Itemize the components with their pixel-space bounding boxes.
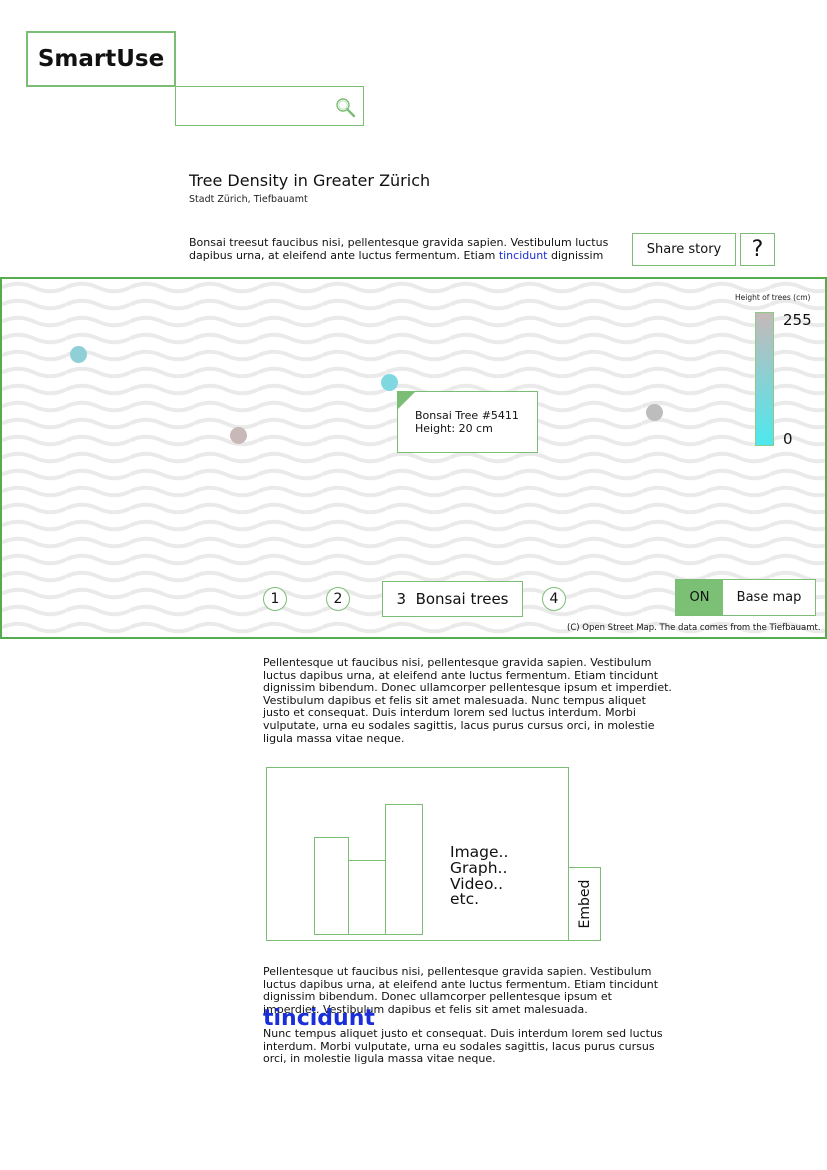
app-logo[interactable]: SmartUse — [26, 31, 176, 87]
page-button-3-active[interactable]: 3 Bonsai trees — [382, 581, 523, 617]
intro-text-end: dignissim — [547, 249, 604, 262]
chart-bar — [314, 837, 349, 935]
page-button-4[interactable]: 4 — [542, 587, 566, 611]
help-button[interactable]: ? — [740, 233, 775, 266]
chart-bar — [348, 860, 386, 935]
intro-link[interactable]: tincidunt — [499, 249, 548, 262]
body-paragraph-1: Pellentesque ut faucibus nisi, pellentes… — [263, 656, 672, 745]
tree-tooltip: Bonsai Tree #5411 Height: 20 cm — [397, 391, 538, 453]
media-placeholder-text: Image.. Graph.. Video.. etc. — [450, 844, 508, 909]
legend-color-scale — [755, 312, 774, 446]
tooltip-corner-marker — [398, 392, 415, 409]
chart-bar — [385, 804, 423, 935]
media-line: etc. — [450, 890, 480, 909]
legend-max-value: 255 — [783, 311, 812, 329]
search-icon[interactable] — [334, 96, 356, 118]
toggle-label: Base map — [736, 590, 802, 605]
search-input[interactable] — [180, 91, 334, 123]
tree-point[interactable] — [70, 346, 87, 363]
map-attribution: (C) Open Street Map. The data comes from… — [567, 623, 821, 633]
page-button-1[interactable]: 1 — [263, 587, 287, 611]
embed-label: Embed — [576, 879, 593, 929]
page-subtitle: Stadt Zürich, Tiefbauamt — [189, 194, 308, 205]
tree-point[interactable] — [381, 374, 398, 391]
tooltip-tree-id: Bonsai Tree #5411 — [415, 409, 519, 422]
base-map-toggle[interactable]: ON Base map — [675, 579, 816, 616]
toggle-state[interactable]: ON — [676, 580, 723, 615]
embed-button[interactable]: Embed — [568, 867, 601, 941]
tree-point[interactable] — [646, 404, 663, 421]
media-embed-box — [266, 767, 569, 941]
tree-point[interactable] — [230, 427, 247, 444]
page-button-2[interactable]: 2 — [326, 587, 350, 611]
body-paragraph-3: Nunc tempus aliquet justo et consequat. … — [263, 1027, 663, 1066]
legend-title: Height of trees (cm) — [735, 293, 811, 302]
intro-text: Bonsai treesut faucibus nisi, pellentesq… — [189, 236, 629, 262]
legend-min-value: 0 — [783, 430, 793, 448]
page-title: Tree Density in Greater Zürich — [189, 171, 431, 190]
tooltip-tree-height: Height: 20 cm — [415, 422, 493, 435]
share-story-button[interactable]: Share story — [632, 233, 736, 266]
